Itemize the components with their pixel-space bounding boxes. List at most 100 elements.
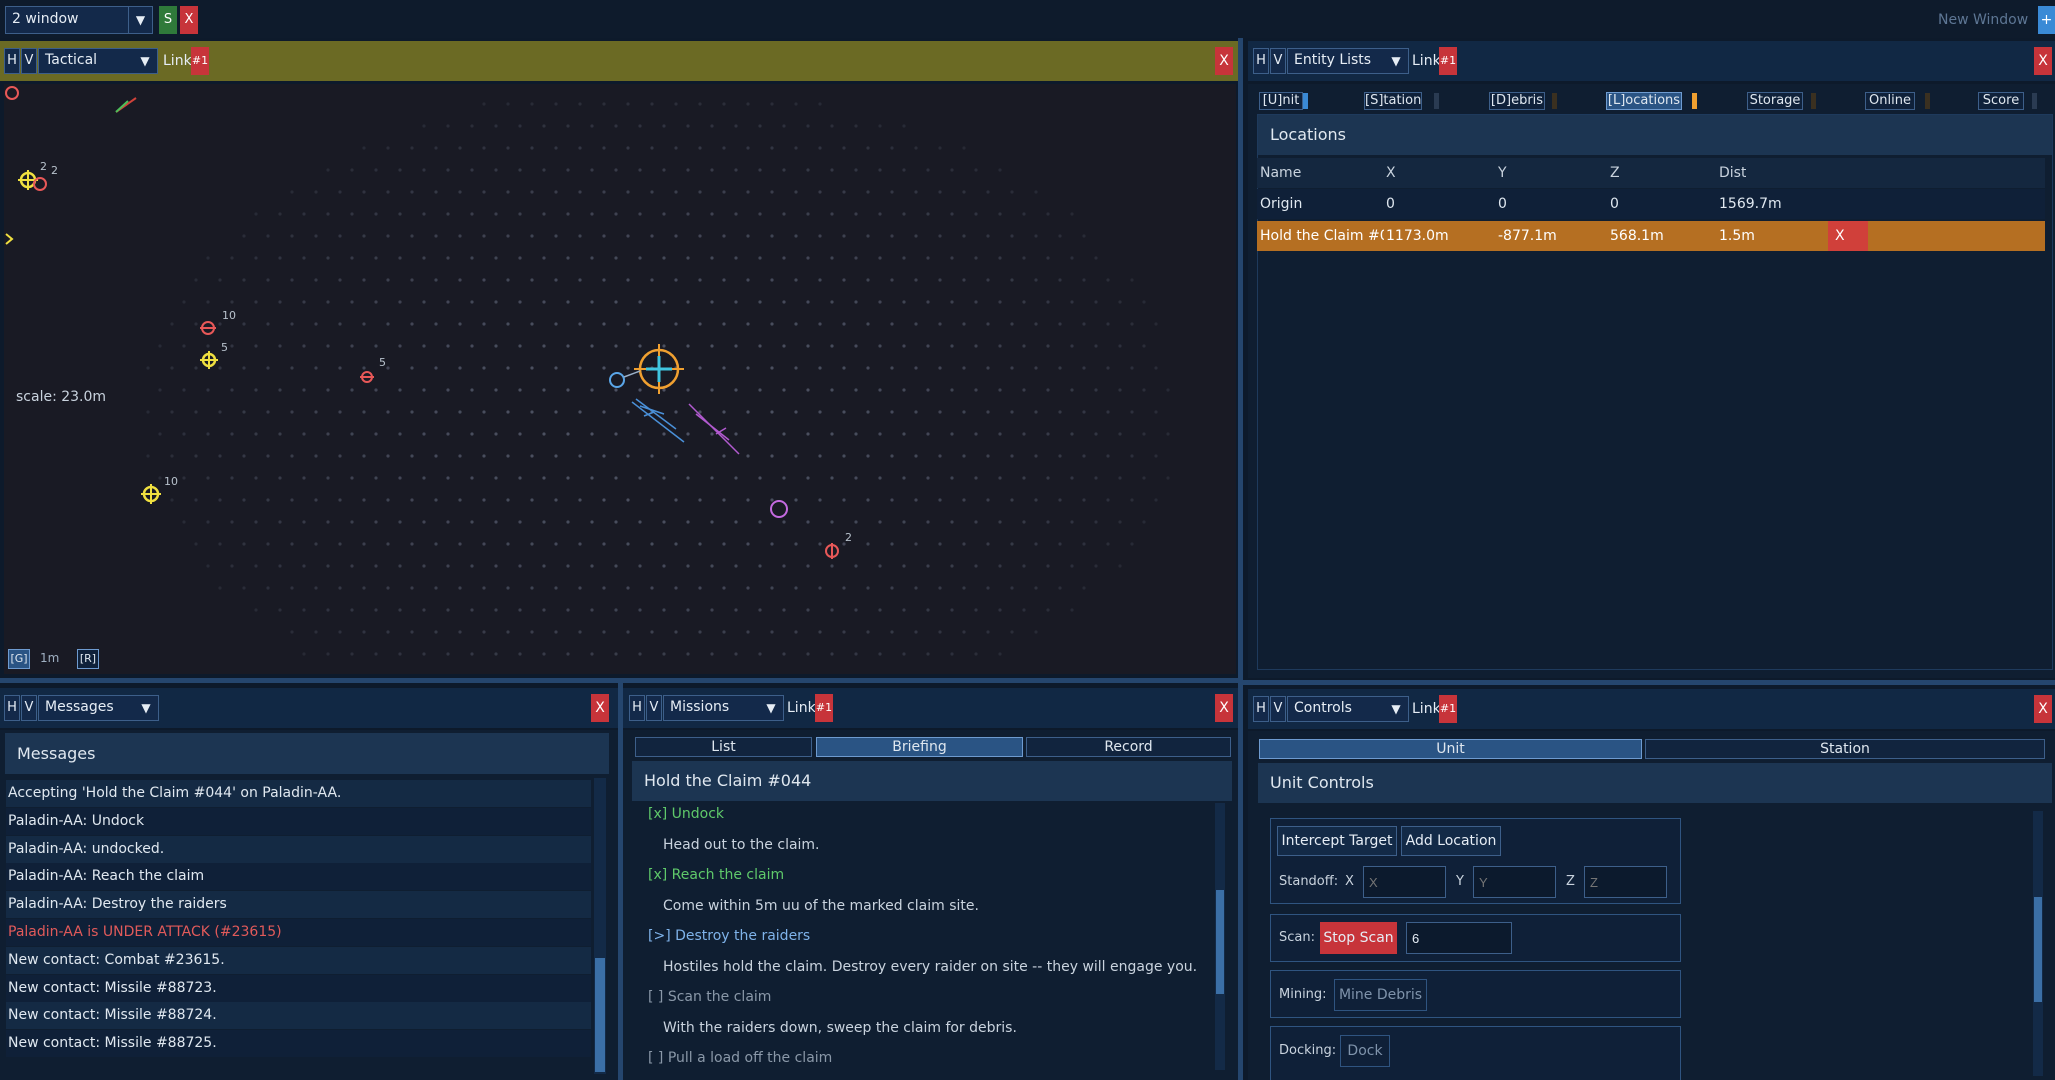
split-vertical-button[interactable]: V [646, 695, 662, 721]
split-vertical-button[interactable]: V [1270, 696, 1286, 722]
messages-title: Messages [5, 733, 609, 774]
tab-station[interactable]: [S]tation [1364, 92, 1422, 110]
tab-debris[interactable]: [D]ebris [1489, 92, 1545, 110]
close-panel-button[interactable]: X [591, 694, 609, 722]
offscreen-arrow-icon[interactable] [5, 233, 14, 245]
delete-location-button[interactable]: X [1828, 221, 1868, 251]
list-item: New contact: Missile #88723. [6, 974, 591, 1002]
tactical-viewport[interactable]: 2 2 10 5 5 10 2 scale: 23.0m [G] 1m [R] [4, 84, 1236, 674]
chevron-down-icon: ▼ [766, 701, 776, 715]
split-horizontal-button[interactable]: H [629, 695, 645, 721]
table-row-selected[interactable]: Hold the Claim #044 1173.0m -877.1m 568.… [1257, 221, 2045, 251]
location-y: 0 [1498, 196, 1507, 212]
tab-online[interactable]: Online [1865, 92, 1915, 110]
split-horizontal-button[interactable]: H [1253, 48, 1269, 74]
tactical-header: H V Tactical ▼ Link #1 X [0, 41, 1238, 81]
split-vertical-button[interactable]: V [21, 48, 37, 74]
table-row[interactable]: Origin 0 0 0 1569.7m [1257, 189, 2045, 219]
tactical-map[interactable]: 2 2 10 5 5 10 2 [4, 84, 1236, 674]
horizontal-splitter-right[interactable] [1243, 680, 2055, 685]
grid-toggle-button[interactable]: [G] [8, 649, 30, 669]
tab-locations[interactable]: [L]ocations [1606, 92, 1682, 110]
tab-station-controls[interactable]: Station [1645, 739, 2045, 759]
list-item: New contact: Missile #88725. [6, 1030, 591, 1058]
mission-title: Hold the Claim #044 [632, 761, 1232, 801]
tab-mission-briefing[interactable]: Briefing [816, 737, 1023, 757]
messages-scrollbar-thumb[interactable] [595, 958, 605, 1072]
tab-unit[interactable]: [U]nit [1259, 92, 1303, 110]
contact-label: 2 [40, 160, 47, 173]
split-horizontal-button[interactable]: H [4, 695, 20, 721]
standoff-z-input[interactable] [1584, 866, 1667, 898]
link-button[interactable]: Link [163, 48, 192, 74]
link-channel-badge: #1 [815, 694, 833, 722]
close-layout-button[interactable]: X [180, 6, 198, 34]
tab-indicator [2032, 93, 2037, 109]
stop-scan-button[interactable]: Stop Scan [1320, 922, 1397, 954]
split-horizontal-button[interactable]: H [1253, 696, 1269, 722]
column-header-y[interactable]: Y [1498, 158, 1507, 188]
controls-view-select[interactable]: Controls ▼ [1287, 696, 1409, 722]
column-header-name[interactable]: Name [1260, 158, 1301, 188]
tab-mission-list[interactable]: List [635, 737, 812, 757]
messages-header: H V Messages ▼ X [0, 688, 618, 728]
docking-label: Docking: [1279, 1043, 1337, 1058]
player-ship-icon[interactable] [609, 372, 625, 388]
new-window-button[interactable]: + [2038, 6, 2055, 34]
save-layout-button[interactable]: S [159, 6, 177, 34]
offscreen-hostile-icon[interactable] [5, 86, 19, 100]
column-header-dist[interactable]: Dist [1719, 158, 1746, 188]
scan-range-input[interactable] [1406, 922, 1512, 954]
standoff-x-label: X [1345, 874, 1354, 889]
hostile-contact-icon[interactable] [33, 177, 47, 191]
friendly-contact-icon[interactable] [141, 484, 161, 504]
location-dist: 1569.7m [1719, 196, 1782, 212]
location-name: Origin [1260, 196, 1303, 212]
link-button[interactable]: Link [1412, 48, 1441, 74]
messages-view-select[interactable]: Messages ▼ [38, 695, 159, 721]
tab-mission-record[interactable]: Record [1026, 737, 1231, 757]
location-z: 0 [1610, 196, 1619, 212]
new-window-label[interactable]: New Window [1938, 12, 2028, 28]
column-header-z[interactable]: Z [1610, 158, 1620, 188]
mine-debris-button[interactable]: Mine Debris [1334, 979, 1427, 1011]
link-button[interactable]: Link [1412, 696, 1441, 722]
hostile-contact-icon[interactable] [360, 371, 374, 383]
entity-view-select[interactable]: Entity Lists ▼ [1287, 48, 1409, 74]
close-panel-button[interactable]: X [2034, 695, 2052, 723]
window-layout-select[interactable]: 2 window ▼ [5, 6, 153, 34]
close-panel-button[interactable]: X [2034, 47, 2052, 75]
controls-scrollbar-thumb[interactable] [2034, 897, 2042, 1002]
reset-view-button[interactable]: [R] [77, 649, 99, 669]
dock-button[interactable]: Dock [1340, 1035, 1390, 1067]
missions-view-select[interactable]: Missions ▼ [663, 695, 784, 721]
location-dist: 1.5m [1719, 228, 1755, 244]
tab-storage[interactable]: Storage [1747, 92, 1803, 110]
tab-unit-controls[interactable]: Unit [1259, 739, 1642, 759]
standoff-x-input[interactable] [1363, 866, 1446, 898]
add-location-button[interactable]: Add Location [1401, 826, 1501, 856]
friendly-contact-icon[interactable] [200, 351, 218, 369]
mission-step-label: [x] Reach the claim [648, 867, 785, 883]
split-horizontal-button[interactable]: H [4, 48, 20, 74]
intercept-target-button[interactable]: Intercept Target [1277, 826, 1397, 856]
hostile-contact-icon[interactable] [825, 543, 839, 559]
location-x: 1173.0m [1386, 228, 1449, 244]
standoff-y-input[interactable] [1473, 866, 1556, 898]
mission-step-label: [ ] Scan the claim [648, 989, 772, 1005]
close-panel-button[interactable]: X [1215, 47, 1233, 75]
split-vertical-button[interactable]: V [21, 695, 37, 721]
waypoint-marker-icon[interactable] [770, 500, 788, 518]
entity-lists-header: H V Entity Lists ▼ Link #1 X [1248, 41, 2055, 81]
mission-step-label: [ ] Pull a load off the claim [648, 1050, 833, 1066]
mission-scrollbar-thumb[interactable] [1216, 890, 1224, 994]
split-vertical-button[interactable]: V [1270, 48, 1286, 74]
tab-score[interactable]: Score [1978, 92, 2024, 110]
target-reticle-icon[interactable] [634, 344, 684, 394]
vertical-splitter[interactable] [1238, 38, 1243, 1080]
hostile-contact-icon[interactable] [200, 321, 216, 335]
column-header-x[interactable]: X [1386, 158, 1396, 188]
close-panel-button[interactable]: X [1215, 694, 1233, 722]
link-button[interactable]: Link [787, 695, 816, 721]
tactical-view-select[interactable]: Tactical ▼ [38, 48, 158, 74]
